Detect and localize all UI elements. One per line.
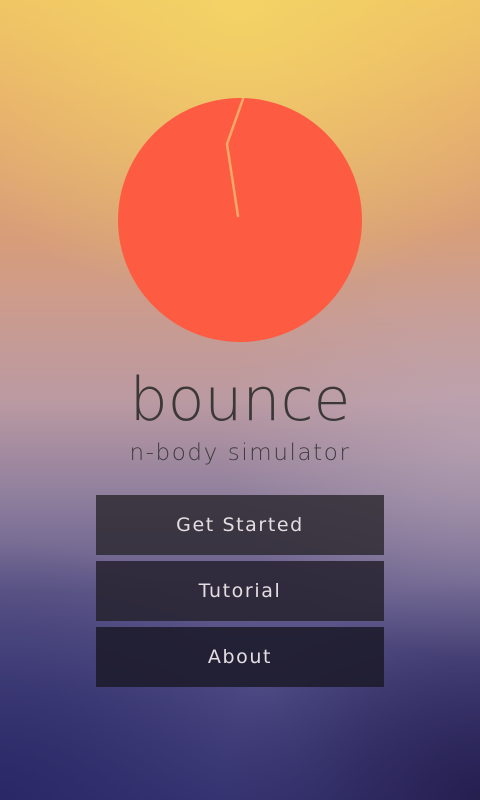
app-title: bounce xyxy=(129,365,351,435)
tutorial-button[interactable]: Tutorial xyxy=(96,561,384,621)
about-button[interactable]: About xyxy=(96,627,384,687)
tutorial-label: Tutorial xyxy=(198,580,282,602)
ball-shape xyxy=(118,98,362,342)
about-label: About xyxy=(207,646,273,668)
get-started-button[interactable]: Get Started xyxy=(96,495,384,555)
bouncing-ball-logo-icon xyxy=(118,98,362,342)
app-subtitle: n-body simulator xyxy=(129,440,351,466)
main-menu: Get Started Tutorial About xyxy=(96,495,384,693)
get-started-label: Get Started xyxy=(176,514,304,536)
main-menu-screen: bounce n-body simulator Get Started Tuto… xyxy=(0,0,480,800)
